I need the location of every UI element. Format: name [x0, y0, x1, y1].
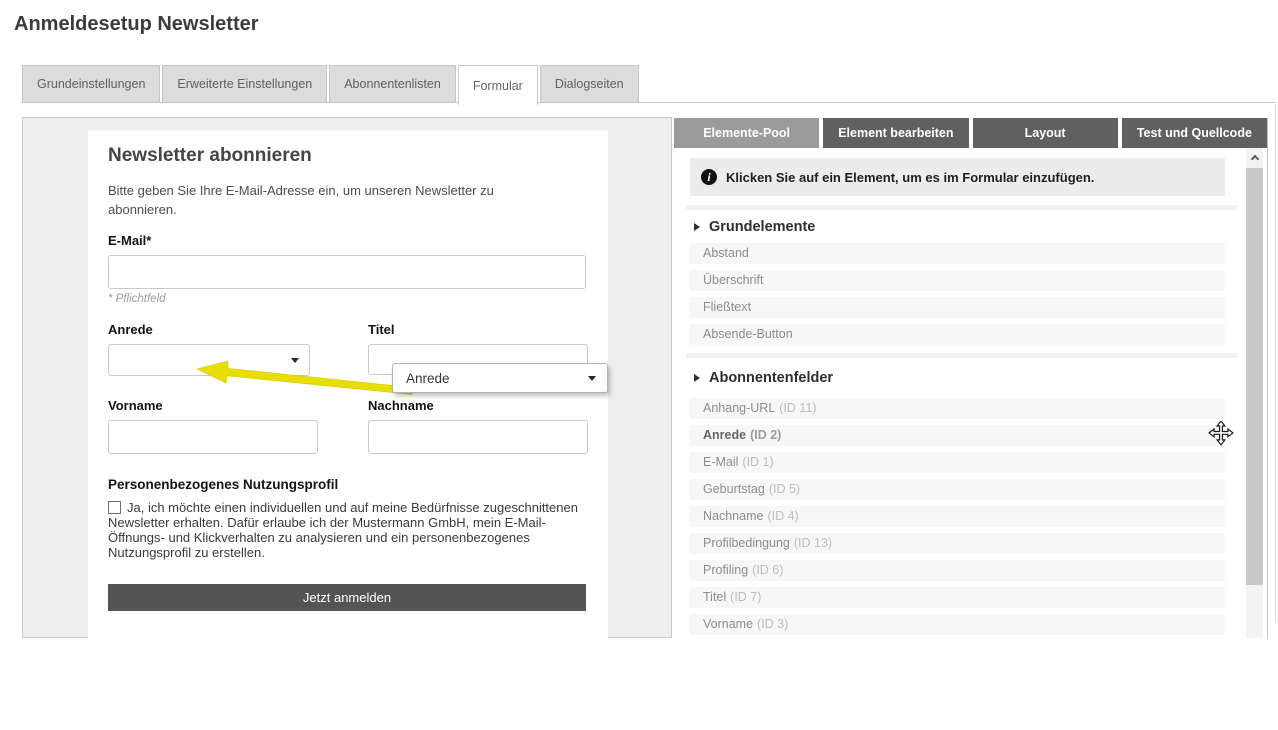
pool-element-row[interactable]: Überschrift [690, 270, 1225, 291]
move-cursor-icon [1208, 421, 1234, 447]
drag-ghost-label: Anrede [406, 371, 450, 386]
pool-element-row[interactable]: Profiling (ID 6) [690, 560, 1225, 581]
consent-checkbox[interactable] [108, 501, 121, 514]
consent-label: Ja, ich möchte einen individuellen und a… [108, 500, 578, 560]
main-tab[interactable]: Abonnentenlisten [329, 65, 456, 103]
section-divider [686, 353, 1237, 358]
elements-pool: i Klicken Sie auf ein Element, um es im … [690, 158, 1225, 641]
window-edge-line [1275, 104, 1276, 622]
pool-element-label: Absende-Button [703, 327, 793, 341]
pool-element-label: Abstand [703, 246, 749, 260]
triangle-right-icon [694, 374, 700, 382]
consent-heading: Personenbezogenes Nutzungsprofil [108, 477, 588, 492]
form-heading: Newsletter abonnieren [108, 145, 588, 167]
submit-button[interactable]: Jetzt anmelden [108, 584, 586, 611]
pool-element-id: (ID 13) [794, 536, 832, 550]
scroll-up-button[interactable] [1246, 148, 1263, 166]
pool-element-id: (ID 7) [730, 590, 761, 604]
editor-tab[interactable]: Element bearbeiten [823, 118, 968, 148]
pool-element-label: Vorname [703, 617, 753, 631]
section-divider [686, 205, 1237, 210]
section-header-grundelemente[interactable]: Grundelemente [694, 217, 1225, 237]
nachname-input[interactable] [368, 420, 588, 454]
editor-tab[interactable]: Test und Quellcode [1122, 118, 1267, 148]
pool-element-id: (ID 2) [750, 428, 781, 442]
chevron-down-icon [588, 376, 596, 381]
consent-text: Ja, ich möchte einen individuellen und a… [108, 500, 588, 560]
required-hint: * Pflichtfeld [108, 293, 588, 305]
main-tab[interactable]: Formular [458, 65, 538, 105]
editor-scrollbar[interactable] [1246, 148, 1263, 638]
pool-element-label: Nachname [703, 509, 763, 523]
pool-element-label: E-Mail [703, 455, 738, 469]
pool-element-label: Anhang-URL [703, 401, 775, 415]
editor-tab[interactable]: Elemente-Pool [674, 118, 819, 148]
pool-element-row[interactable]: Vorname (ID 3) [690, 614, 1225, 635]
form-preview-card: Newsletter abonnieren Bitte geben Sie Ih… [88, 130, 608, 730]
section-header-abonnentenfelder[interactable]: Abonnentenfelder [694, 368, 1225, 388]
pool-element-id: (ID 1) [742, 455, 773, 469]
abonnentenfelder-list: Anhang-URL (ID 11) Anrede (ID 2) E-Mail (ID… [690, 398, 1225, 635]
pool-element-row[interactable]: Anrede (ID 2) [690, 425, 1225, 446]
pool-element-row[interactable]: Titel (ID 7) [690, 587, 1225, 608]
pool-element-row[interactable]: Fließtext [690, 297, 1225, 318]
pool-element-row[interactable]: E-Mail (ID 1) [690, 452, 1225, 473]
scrollbar-thumb[interactable] [1246, 168, 1263, 585]
main-tab[interactable]: Dialogseiten [540, 65, 639, 103]
anrede-label: Anrede [108, 322, 320, 337]
pool-element-label: Fließtext [703, 300, 751, 314]
pool-element-id: (ID 4) [767, 509, 798, 523]
pool-element-label: Titel [703, 590, 726, 604]
pool-element-id: (ID 3) [757, 617, 788, 631]
info-box: i Klicken Sie auf ein Element, um es im … [690, 158, 1225, 196]
drag-direction-arrow [190, 352, 420, 402]
triangle-right-icon [694, 223, 700, 231]
main-tab[interactable]: Erweiterte Einstellungen [162, 65, 327, 103]
pool-element-row[interactable]: Absende-Button [690, 324, 1225, 345]
pool-element-id: (ID 11) [779, 401, 816, 415]
pool-element-row[interactable]: Geburtstag (ID 5) [690, 479, 1225, 500]
editor-tab[interactable]: Layout [973, 118, 1118, 148]
pool-element-label: Überschrift [703, 273, 763, 287]
main-tab-strip: GrundeinstellungenErweiterte Einstellung… [22, 65, 1276, 103]
email-input[interactable] [108, 255, 586, 289]
pool-element-row[interactable]: Anhang-URL (ID 11) [690, 398, 1225, 419]
chevron-up-icon [1250, 155, 1258, 163]
pool-element-label: Geburtstag [703, 482, 765, 496]
page-title: Anmeldesetup Newsletter [14, 13, 259, 36]
section-title: Grundelemente [709, 219, 815, 235]
pool-element-row[interactable]: Abstand [690, 243, 1225, 264]
pool-element-label: Profilbedingung [703, 536, 790, 550]
pool-element-label: Anrede [703, 428, 746, 442]
email-label: E-Mail* [108, 233, 588, 248]
section-title: Abonnentenfelder [709, 370, 833, 386]
pool-element-id: (ID 5) [769, 482, 800, 496]
editor-tab-strip: Elemente-PoolElement bearbeitenLayoutTes… [674, 118, 1267, 148]
titel-label: Titel [368, 322, 588, 337]
info-text: Klicken Sie auf ein Element, um es im Fo… [726, 170, 1094, 185]
vorname-input[interactable] [108, 420, 318, 454]
info-icon: i [701, 169, 717, 185]
pool-element-id: (ID 6) [752, 563, 783, 577]
grundelemente-list: Abstand Überschrift Fließtext Absende-Bu… [690, 243, 1225, 345]
pool-element-row[interactable]: Profilbedingung (ID 13) [690, 533, 1225, 554]
pool-element-label: Profiling [703, 563, 748, 577]
pool-element-row[interactable]: Nachname (ID 4) [690, 506, 1225, 527]
drag-ghost-anrede[interactable]: Anrede [392, 363, 608, 393]
form-intro-text: Bitte geben Sie Ihre E-Mail-Adresse ein,… [108, 182, 553, 220]
form-editor-panel: Elemente-PoolElement bearbeitenLayoutTes… [674, 118, 1268, 639]
main-tab[interactable]: Grundeinstellungen [22, 65, 160, 103]
